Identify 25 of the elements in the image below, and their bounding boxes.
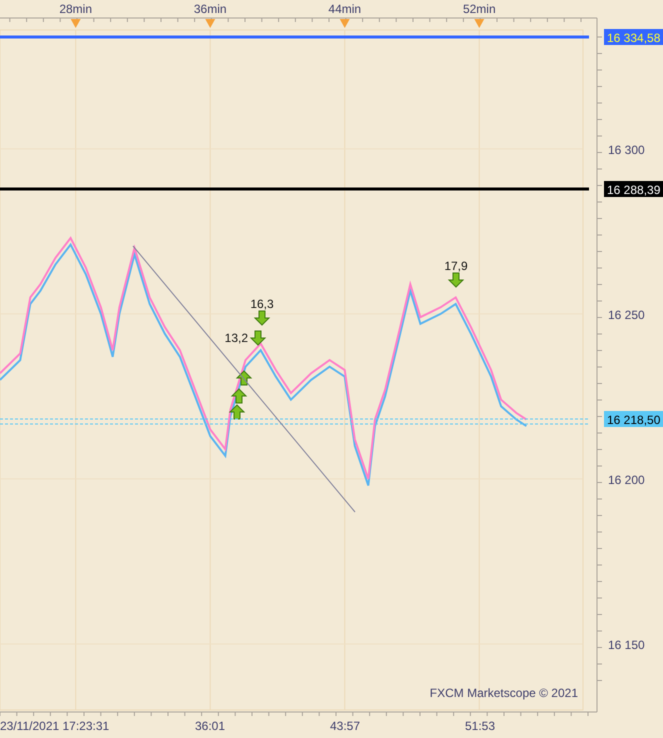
down-arrow-icon[interactable] — [254, 310, 270, 326]
time-label: 23/11/2021 17:23:31 — [0, 719, 110, 733]
time-label: 36:01 — [194, 719, 226, 733]
time-label: 51:53 — [464, 719, 496, 733]
trade-label: 16,3 — [250, 297, 274, 311]
price-label: 16 250 — [608, 308, 645, 322]
down-arrow-icon[interactable] — [448, 272, 464, 288]
time-label: 52min — [462, 2, 496, 16]
copyright-text: FXCM Marketscope © 2021 — [430, 686, 578, 700]
time-label: 28min — [59, 2, 92, 16]
up-arrow-icon[interactable] — [236, 370, 252, 386]
price-tag: 16 288,39 — [604, 181, 663, 197]
up-arrow-icon[interactable] — [230, 388, 248, 404]
trade-label: 17,9 — [444, 259, 468, 273]
up-arrow-icon[interactable] — [228, 404, 246, 420]
time-label: 44min — [328, 2, 362, 16]
price-label: 16 300 — [608, 142, 645, 157]
time-label: 36min — [194, 2, 227, 16]
price-tag: 16 218,50 — [604, 411, 663, 427]
time-label: 43:57 — [330, 719, 360, 733]
price-label: 16 150 — [608, 638, 645, 652]
price-tag: 16 334,58 — [604, 29, 663, 45]
down-arrow-icon[interactable] — [250, 330, 266, 346]
price-label: 16 200 — [608, 472, 645, 487]
trade-label: 13,2 — [224, 331, 248, 345]
